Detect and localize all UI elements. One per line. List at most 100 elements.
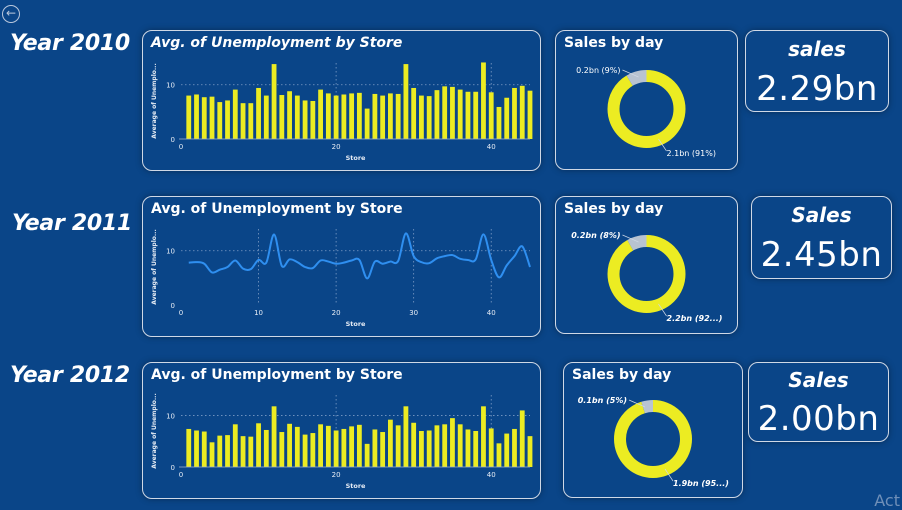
bar bbox=[233, 90, 238, 139]
bar bbox=[528, 91, 533, 139]
bar bbox=[450, 87, 455, 139]
bar bbox=[396, 94, 401, 139]
bar bbox=[388, 420, 393, 467]
x-tick-label: 0 bbox=[179, 309, 183, 317]
bar bbox=[365, 109, 370, 139]
bar bbox=[419, 96, 424, 139]
y-axis-title: Average of Unemplo... bbox=[151, 229, 158, 304]
kpi-value: 2.29bn bbox=[746, 69, 888, 109]
x-tick-label: 30 bbox=[409, 309, 418, 317]
sales-kpi-card-2012: Sales 2.00bn bbox=[748, 362, 889, 442]
bar bbox=[427, 96, 432, 139]
bar bbox=[349, 93, 354, 139]
bar bbox=[326, 426, 331, 467]
bar bbox=[372, 94, 377, 139]
bar bbox=[194, 94, 199, 139]
bar bbox=[287, 424, 292, 467]
bar bbox=[295, 427, 300, 467]
bar bbox=[334, 430, 339, 467]
bar bbox=[326, 93, 331, 139]
bar bbox=[458, 90, 463, 139]
donut-label-minor: 0.2bn (9%) bbox=[576, 66, 620, 75]
bar bbox=[489, 92, 494, 139]
bar bbox=[318, 424, 323, 467]
x-tick-label: 0 bbox=[179, 471, 183, 479]
bar bbox=[520, 410, 525, 467]
donut-label-minor: 0.1bn (5%) bbox=[578, 396, 627, 405]
bar bbox=[372, 429, 377, 467]
bar bbox=[481, 406, 486, 467]
bar bbox=[264, 430, 269, 467]
bar bbox=[334, 96, 339, 139]
bar bbox=[512, 429, 517, 467]
sales-by-day-chart-2011[interactable]: Sales by day 0.2bn (8%)2.2bn (92...) bbox=[555, 196, 738, 334]
bar bbox=[442, 86, 447, 139]
bar bbox=[442, 424, 447, 467]
bar bbox=[528, 436, 533, 467]
bar bbox=[241, 436, 246, 467]
bar bbox=[287, 91, 292, 139]
bar bbox=[466, 429, 471, 467]
y-tick-label: 0 bbox=[171, 464, 175, 472]
bar bbox=[411, 423, 416, 467]
bar bbox=[241, 103, 246, 139]
sales-kpi-card-2010: sales 2.29bn bbox=[745, 30, 889, 112]
chart-svg: 01002040StoreAverage of Unemplo... bbox=[143, 31, 540, 170]
bar bbox=[186, 96, 191, 139]
bar bbox=[303, 435, 308, 467]
bar bbox=[404, 64, 409, 139]
bar bbox=[272, 406, 277, 467]
donut-label-major: 2.2bn (92...) bbox=[667, 314, 723, 323]
y-tick-label: 0 bbox=[171, 302, 175, 310]
unemployment-chart-2010[interactable]: Avg. of Unemployment by Store 01002040St… bbox=[142, 30, 541, 171]
x-tick-label: 40 bbox=[487, 471, 496, 479]
bar bbox=[411, 88, 416, 139]
x-axis-title: Store bbox=[346, 482, 366, 490]
year-label-2010: Year 2010 bbox=[10, 31, 130, 56]
bar bbox=[466, 92, 471, 139]
bar bbox=[357, 425, 362, 467]
kpi-label: sales bbox=[746, 37, 888, 61]
bar bbox=[489, 428, 494, 467]
bar bbox=[186, 429, 191, 467]
bar bbox=[481, 62, 486, 139]
bar bbox=[194, 430, 199, 467]
sales-by-day-chart-2012[interactable]: Sales by day 0.1bn (5%)1.9bn (95...) bbox=[563, 362, 743, 498]
bar bbox=[357, 93, 362, 139]
y-axis-title: Average of Unemplo... bbox=[151, 393, 158, 468]
bar bbox=[279, 432, 284, 467]
back-arrow-icon[interactable]: ← bbox=[2, 5, 20, 23]
bar bbox=[279, 95, 284, 139]
bar bbox=[341, 94, 346, 139]
bar bbox=[380, 432, 385, 467]
bar bbox=[458, 424, 463, 467]
sales-by-day-chart-2010[interactable]: Sales by day 0.2bn (9%)2.1bn (91%) bbox=[555, 30, 738, 170]
chart-svg: 010010203040StoreAverage of Unemplo... bbox=[143, 197, 540, 336]
bar bbox=[310, 101, 315, 139]
donut-slice-major bbox=[614, 76, 680, 142]
donut-label-minor: 0.2bn (8%) bbox=[571, 231, 620, 240]
donut-svg: 0.2bn (8%) 2.2bn (92...) bbox=[556, 197, 737, 333]
bar bbox=[396, 425, 401, 467]
bar bbox=[217, 102, 222, 139]
bar bbox=[202, 432, 207, 467]
y-tick-label: 10 bbox=[166, 82, 175, 90]
bar bbox=[233, 424, 238, 467]
bar bbox=[404, 406, 409, 467]
donut-label-major: 2.1bn (91%) bbox=[667, 149, 716, 158]
bar bbox=[512, 88, 517, 139]
bar bbox=[256, 423, 261, 467]
y-axis-title: Average of Unemplo... bbox=[151, 63, 158, 138]
kpi-value: 2.45bn bbox=[752, 235, 891, 275]
bar bbox=[256, 88, 261, 139]
bar bbox=[365, 444, 370, 467]
bar bbox=[497, 107, 502, 139]
x-tick-label: 40 bbox=[487, 143, 496, 151]
unemployment-chart-2011[interactable]: Avg. of Unemployment by Store 0100102030… bbox=[142, 196, 541, 337]
bar bbox=[225, 435, 230, 467]
bar bbox=[497, 443, 502, 467]
bar bbox=[473, 92, 478, 139]
bar bbox=[520, 86, 525, 139]
unemployment-chart-2012[interactable]: Avg. of Unemployment by Store 01002040St… bbox=[142, 362, 541, 499]
donut-slice-major bbox=[620, 406, 686, 472]
